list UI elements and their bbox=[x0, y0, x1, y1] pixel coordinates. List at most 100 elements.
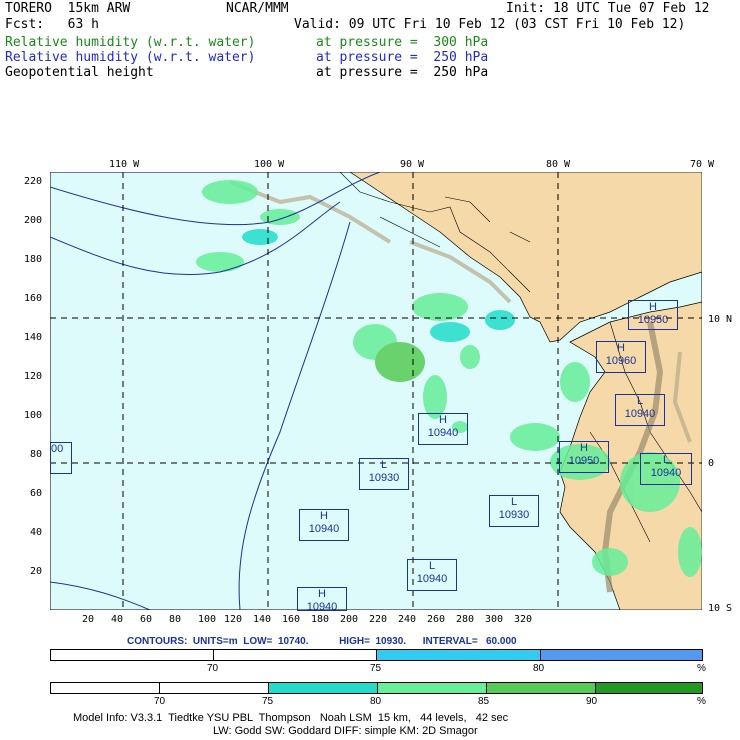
legend-swatch bbox=[51, 650, 214, 660]
weather-map bbox=[50, 172, 702, 610]
legend1-label: 80 bbox=[533, 663, 545, 674]
x-tick: 180 bbox=[311, 614, 330, 625]
lon-label-110w: 110 W bbox=[109, 159, 140, 170]
center-type: L bbox=[510, 496, 518, 508]
center-box: H 10940 bbox=[297, 587, 347, 611]
x-tick: 40 bbox=[111, 614, 124, 625]
lon-label-90w: 90 W bbox=[400, 159, 425, 170]
y-tick: 180 bbox=[24, 254, 43, 265]
x-tick: 60 bbox=[140, 614, 153, 625]
x-tick: 200 bbox=[340, 614, 359, 625]
center-box: L 10940 bbox=[640, 453, 692, 485]
y-tick: 100 bbox=[24, 410, 43, 421]
center-box: L 10930 bbox=[489, 495, 539, 527]
center-value: 10940 bbox=[306, 601, 338, 611]
y-tick: 200 bbox=[24, 215, 43, 226]
x-tick: 260 bbox=[427, 614, 446, 625]
center-box: H 10960 bbox=[596, 341, 646, 373]
x-tick: 120 bbox=[224, 614, 243, 625]
lat-label-0: 0 bbox=[708, 458, 715, 469]
init-time: Init: 18 UTC Tue 07 Feb 12 bbox=[506, 1, 710, 16]
field-1-level: at pressure = 300 hPa bbox=[316, 35, 489, 50]
y-tick: 220 bbox=[24, 176, 43, 187]
center-type: L bbox=[380, 459, 388, 471]
center-value: 10940 bbox=[624, 408, 656, 420]
legend2-unit: % bbox=[697, 696, 706, 707]
y-tick: 140 bbox=[24, 332, 43, 343]
lon-label-70w: 70 W bbox=[690, 159, 715, 170]
center-type: L bbox=[636, 395, 644, 407]
x-tick: 320 bbox=[514, 614, 533, 625]
x-tick: 100 bbox=[198, 614, 217, 625]
center-box: 00 bbox=[50, 442, 72, 474]
x-tick: 280 bbox=[456, 614, 475, 625]
legend-swatch bbox=[51, 683, 160, 693]
legend2-label: 75 bbox=[262, 696, 274, 707]
center-value: 10930 bbox=[368, 472, 400, 484]
legend2-label: 70 bbox=[154, 696, 166, 707]
center-value: 10940 bbox=[427, 427, 459, 439]
center-box: H 10940 bbox=[299, 509, 349, 541]
x-tick: 220 bbox=[369, 614, 388, 625]
forecast-hour: Fcst: 63 h bbox=[5, 17, 99, 32]
legend1-unit: % bbox=[697, 663, 706, 674]
center-value: 10950 bbox=[568, 455, 600, 467]
y-tick: 120 bbox=[24, 371, 43, 382]
center-value: 10940 bbox=[308, 523, 340, 535]
field-2-level: at pressure = 250 hPa bbox=[316, 50, 489, 65]
contour-info: CONTOURS: UNITS=m LOW= 10740. HIGH= 1093… bbox=[127, 636, 517, 647]
x-tick: 300 bbox=[485, 614, 504, 625]
legend-swatch bbox=[214, 650, 377, 660]
legend2-label: 80 bbox=[370, 696, 382, 707]
x-tick: 80 bbox=[169, 614, 182, 625]
y-tick: 20 bbox=[30, 566, 43, 577]
model-title: TORERO 15km ARW bbox=[5, 1, 131, 16]
center-box: L 10940 bbox=[615, 394, 665, 426]
legend1-label: 75 bbox=[370, 663, 382, 674]
lat-label-10s: 10 S bbox=[708, 603, 733, 614]
field-3-level: at pressure = 250 hPa bbox=[316, 65, 489, 80]
y-tick: 60 bbox=[30, 488, 43, 499]
legend-swatch bbox=[487, 683, 596, 693]
center-type: H bbox=[320, 510, 328, 522]
legend-swatch bbox=[378, 683, 487, 693]
legend-swatch bbox=[377, 650, 541, 660]
legend2-label: 90 bbox=[586, 696, 598, 707]
legend-swatch bbox=[541, 650, 702, 660]
y-tick: 80 bbox=[30, 449, 43, 460]
lon-label-100w: 100 W bbox=[254, 159, 285, 170]
center-type: H bbox=[649, 301, 657, 313]
legend-swatch bbox=[596, 683, 702, 693]
center-type: H bbox=[318, 588, 326, 600]
center-box: H 10950 bbox=[628, 300, 678, 330]
center-value: 10930 bbox=[498, 509, 530, 521]
center-box: L 10930 bbox=[359, 458, 409, 490]
field-1-name: Relative humidity (w.r.t. water) bbox=[5, 35, 256, 50]
physics-info: LW: Godd SW: Goddard DIFF: simple KM: 2D… bbox=[213, 725, 478, 737]
legend1-label: 70 bbox=[207, 663, 219, 674]
legend-bar-300hpa bbox=[50, 682, 703, 694]
center-value: 10940 bbox=[416, 573, 448, 585]
legend-swatch bbox=[160, 683, 269, 693]
center-type: H bbox=[439, 414, 447, 426]
lat-label-10n: 10 N bbox=[708, 314, 733, 325]
org-label: NCAR/MMM bbox=[226, 1, 289, 16]
center-box: L 10940 bbox=[407, 559, 457, 591]
center-type: H bbox=[617, 342, 625, 354]
center-type: L bbox=[662, 454, 670, 466]
center-value: 00 bbox=[51, 443, 64, 455]
x-tick: 20 bbox=[82, 614, 95, 625]
field-2-name: Relative humidity (w.r.t. water) bbox=[5, 50, 256, 65]
center-box: H 10940 bbox=[418, 413, 468, 445]
center-value: 10950 bbox=[637, 314, 669, 326]
center-value: 10960 bbox=[605, 355, 637, 367]
center-box: H 10950 bbox=[559, 441, 609, 473]
lon-label-80w: 80 W bbox=[546, 159, 571, 170]
y-tick: 160 bbox=[24, 293, 43, 304]
center-type: L bbox=[428, 560, 436, 572]
field-3-name: Geopotential height bbox=[5, 65, 154, 80]
legend-swatch bbox=[269, 683, 378, 693]
x-tick: 240 bbox=[398, 614, 417, 625]
center-value: 10940 bbox=[650, 467, 682, 479]
x-tick: 160 bbox=[282, 614, 301, 625]
